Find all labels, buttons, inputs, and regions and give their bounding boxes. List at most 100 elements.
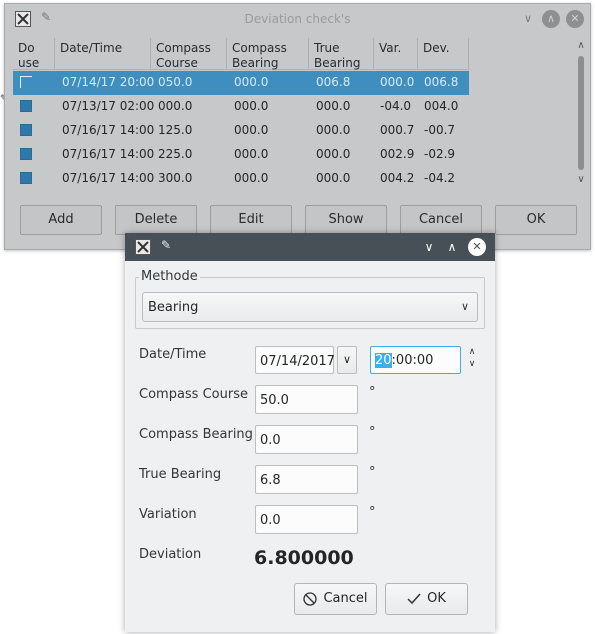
do-use-checkbox[interactable] xyxy=(20,76,32,88)
variation-label: Variation xyxy=(139,507,197,522)
calendar-dropdown-button[interactable]: ∨ xyxy=(337,346,357,374)
header-compass-course[interactable]: Compass Course xyxy=(151,38,227,70)
cell-dev: -02.9 xyxy=(424,147,456,161)
do-use-checkbox[interactable] xyxy=(20,148,32,160)
cell-true-bearing: 000.0 xyxy=(316,147,351,161)
header-var[interactable]: Var. xyxy=(374,38,418,70)
do-use-checkbox[interactable] xyxy=(20,172,32,184)
do-use-checkbox[interactable] xyxy=(20,100,32,112)
do-use-checkbox[interactable] xyxy=(20,124,32,136)
dialog-cancel-label: Cancel xyxy=(323,591,368,606)
cell-true-bearing: 000.0 xyxy=(316,171,351,185)
header-dev[interactable]: Dev. xyxy=(418,38,469,70)
pin-icon[interactable]: ✎ xyxy=(161,238,171,252)
cell-dev: -04.2 xyxy=(424,171,456,185)
cell-compass-bearing: 000.0 xyxy=(234,99,269,113)
cell-compass-course: 225.0 xyxy=(158,147,193,161)
cell-compass-bearing: 000.0 xyxy=(234,171,269,185)
close-icon[interactable]: ✕ xyxy=(468,238,486,256)
compass-course-label: Compass Course xyxy=(139,387,248,402)
dialog-ok-button[interactable]: OK xyxy=(385,583,468,615)
date-time-label: Date/Time xyxy=(139,347,207,362)
degree-unit: ° xyxy=(369,505,376,520)
cell-var: 000.0 xyxy=(380,75,415,89)
cell-dev: 004.0 xyxy=(424,99,459,113)
scroll-down-icon[interactable]: ∨ xyxy=(573,174,589,185)
header-true-bearing[interactable]: True Bearing xyxy=(309,38,374,70)
cancel-button[interactable]: Cancel xyxy=(400,205,482,235)
degree-unit: ° xyxy=(369,385,376,400)
method-combobox-value: Bearing xyxy=(148,300,199,315)
spin-up-icon[interactable]: ∧ xyxy=(465,346,479,358)
x-logo-icon[interactable] xyxy=(135,239,151,255)
cell-datetime: 07/16/17 14:00 xyxy=(62,171,155,185)
close-icon[interactable]: ✕ xyxy=(566,10,584,28)
cell-compass-course: 050.0 xyxy=(158,75,193,89)
window-title: Deviation check's xyxy=(244,12,351,26)
time-field[interactable]: 20:00:00 xyxy=(370,346,461,374)
minimize-icon[interactable]: ∨ xyxy=(519,10,537,28)
chevron-down-icon: ∨ xyxy=(460,300,469,313)
method-group-label: Methode xyxy=(139,269,200,284)
deviation-value: 6.800000 xyxy=(254,547,354,569)
table-row[interactable]: 07/16/17 14:00 300.0 000.0 000.0 004.2 -… xyxy=(13,167,469,188)
show-button[interactable]: Show xyxy=(305,205,387,235)
true-bearing-label: True Bearing xyxy=(139,467,222,482)
ok-button[interactable]: OK xyxy=(495,205,577,235)
cell-var: 004.2 xyxy=(380,171,415,185)
maximize-icon[interactable]: ∧ xyxy=(542,10,560,28)
cell-datetime: 07/14/17 20:00 xyxy=(62,75,155,89)
cell-var: -04.0 xyxy=(380,99,412,113)
variation-field[interactable]: 0.0 xyxy=(255,505,358,534)
header-compass-bearing[interactable]: Compass Bearing xyxy=(227,38,309,70)
date-field[interactable]: 07/14/2017 xyxy=(255,346,335,374)
time-hour-selection: 20 xyxy=(375,353,392,368)
spin-down-icon[interactable]: ∨ xyxy=(465,358,479,370)
table-scrollbar[interactable]: ∧ ∨ xyxy=(573,38,589,188)
method-combobox[interactable]: Bearing ∨ xyxy=(142,292,478,322)
dialog-ok-label: OK xyxy=(427,591,446,606)
window-titlebar: ✎ Deviation check's ∨ ∧ ✕ xyxy=(5,4,590,34)
compass-bearing-label: Compass Bearing xyxy=(139,427,253,442)
true-bearing-field[interactable]: 6.8 xyxy=(255,465,358,494)
cell-true-bearing: 000.0 xyxy=(316,99,351,113)
cell-dev: -00.7 xyxy=(424,123,456,137)
cell-dev: 006.8 xyxy=(424,75,459,89)
degree-unit: ° xyxy=(369,465,376,480)
scroll-thumb[interactable] xyxy=(578,56,584,170)
cell-var: 002.9 xyxy=(380,147,415,161)
cell-datetime: 07/13/17 02:00 xyxy=(62,99,155,113)
time-spinner[interactable]: ∧ ∨ xyxy=(465,346,479,374)
header-datetime[interactable]: Date/Time xyxy=(55,38,151,70)
deviation-checks-window: ✎ Deviation check's ∨ ∧ ✕ Do use Date/Ti… xyxy=(4,3,591,250)
dialog-cancel-button[interactable]: Cancel xyxy=(294,583,377,615)
scroll-up-icon[interactable]: ∧ xyxy=(573,40,589,51)
add-button[interactable]: Add xyxy=(20,205,102,235)
header-do-use[interactable]: Do use xyxy=(13,38,55,70)
compass-course-field[interactable]: 50.0 xyxy=(255,385,358,414)
table-row[interactable]: 07/16/17 14:00 225.0 000.0 000.0 002.9 -… xyxy=(13,143,469,167)
deviation-label: Deviation xyxy=(139,547,202,562)
delete-button[interactable]: Delete xyxy=(115,205,197,235)
maximize-icon[interactable]: ∧ xyxy=(443,238,461,256)
minimize-icon[interactable]: ∨ xyxy=(420,238,438,256)
cell-true-bearing: 000.0 xyxy=(316,123,351,137)
time-rest: :00:00 xyxy=(391,353,434,368)
compass-bearing-field[interactable]: 0.0 xyxy=(255,425,358,454)
deviation-table[interactable]: Do use Date/Time Compass Course Compass … xyxy=(13,38,591,188)
dialog-titlebar: ✎ ∨ ∧ ✕ xyxy=(125,233,495,261)
edit-button[interactable]: Edit xyxy=(210,205,292,235)
chevron-down-icon: ∨ xyxy=(342,353,352,366)
cell-compass-course: 000.0 xyxy=(158,99,193,113)
table-row[interactable]: 07/13/17 02:00 000.0 000.0 000.0 -04.0 0… xyxy=(13,95,469,119)
cell-compass-bearing: 000.0 xyxy=(234,123,269,137)
cell-compass-bearing: 000.0 xyxy=(234,75,269,89)
degree-unit: ° xyxy=(369,425,376,440)
cell-compass-course: 125.0 xyxy=(158,123,193,137)
table-row[interactable]: 07/14/17 20:00 050.0 000.0 006.8 000.0 0… xyxy=(13,71,469,95)
cell-datetime: 07/16/17 14:00 xyxy=(62,147,155,161)
deviation-edit-dialog: ✎ ∨ ∧ ✕ Methode Bearing ∨ Date/Time 07/1… xyxy=(125,233,495,632)
cell-true-bearing: 006.8 xyxy=(316,75,351,89)
checkmark-icon xyxy=(407,584,421,617)
table-row[interactable]: 07/16/17 14:00 125.0 000.0 000.0 000.7 -… xyxy=(13,119,469,143)
